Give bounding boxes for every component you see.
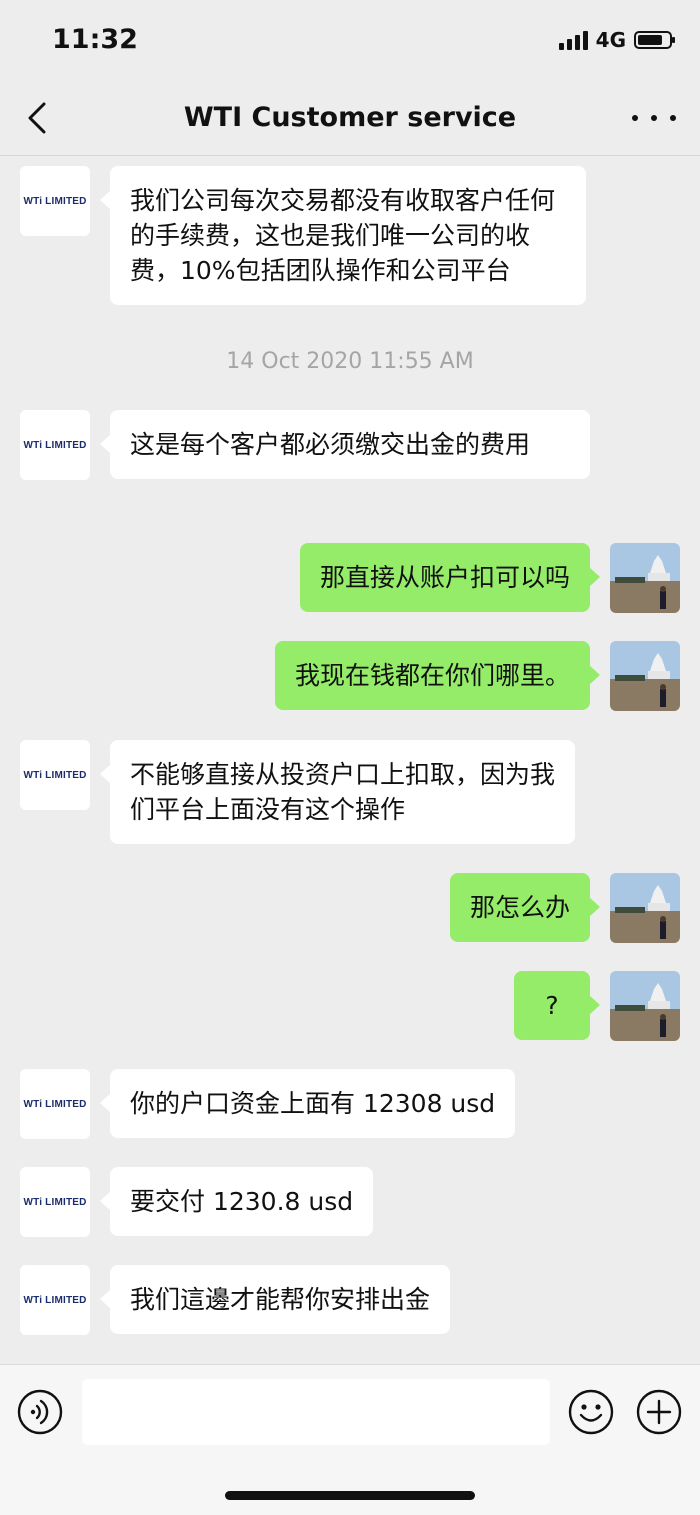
avatar-logo-text: WTi LIMITED (23, 1294, 87, 1306)
status-bar: 11:32 4G (0, 0, 700, 84)
avatar-logo-text: WTi LIMITED (23, 439, 87, 451)
user-photo-image (610, 971, 680, 1041)
message-bubble-received[interactable]: 要交付 1230.8 usd (99, 1167, 374, 1236)
network-type: 4G (595, 28, 626, 52)
more-functions-button[interactable] (636, 1389, 682, 1435)
message-bubble-received[interactable]: 不能够直接从投资户口上扣取，因为我们平台上面没有这个操作 (100, 740, 575, 844)
more-button[interactable] (632, 102, 676, 134)
avatar-logo-text: WTi LIMITED (23, 195, 87, 207)
user-avatar[interactable] (610, 971, 680, 1041)
avatar-logo-text: WTi LIMITED (23, 769, 87, 781)
message-timestamp: 14 Oct 2020 11:55 AM (226, 349, 474, 374)
battery-icon (634, 31, 675, 49)
message-bubble-sent[interactable]: ? (514, 971, 600, 1040)
message-bubble-sent[interactable]: 那怎么办 (449, 873, 601, 942)
contact-avatar[interactable]: WTi LIMITED (20, 1265, 90, 1335)
user-avatar[interactable] (610, 873, 680, 943)
contact-avatar[interactable]: WTi LIMITED (20, 166, 90, 236)
plus-icon (636, 1389, 682, 1435)
message-bubble-sent[interactable]: 那直接从账户扣可以吗 (299, 543, 601, 612)
user-photo-image (610, 873, 680, 943)
message-bubble-sent[interactable]: 我现在钱都在你们哪里。 (274, 641, 601, 710)
chat-title: WTI Customer service (183, 102, 517, 133)
contact-avatar[interactable]: WTi LIMITED (20, 1069, 90, 1139)
emoji-icon (568, 1389, 614, 1435)
status-indicators: 4G (558, 28, 675, 52)
status-time: 11:32 (52, 24, 138, 55)
voice-button[interactable] (17, 1389, 63, 1435)
signal-icon (558, 30, 588, 50)
contact-avatar[interactable]: WTi LIMITED (20, 410, 90, 480)
message-input[interactable] (82, 1379, 550, 1445)
emoji-button[interactable] (568, 1389, 614, 1435)
chat-header: WTI Customer service (0, 84, 700, 156)
user-avatar[interactable] (610, 641, 680, 711)
message-bubble-received[interactable]: 我们公司每次交易都没有收取客户任何的手续费，这也是我们唯一公司的收费，10%包括… (100, 166, 586, 305)
more-dots-icon (632, 115, 638, 121)
message-bubble-received[interactable]: 我们這邊才能帮你安排出金 (99, 1265, 451, 1334)
user-photo-image (610, 641, 680, 711)
user-photo-image (610, 543, 680, 613)
message-list[interactable]: WTi LIMITED 我们公司每次交易都没有收取客户任何的手续费，这也是我们唯… (0, 156, 700, 1364)
message-bubble-received[interactable]: 这是每个客户都必须缴交出金的费用 (100, 410, 590, 479)
contact-avatar[interactable]: WTi LIMITED (20, 740, 90, 810)
avatar-logo-text: WTi LIMITED (23, 1098, 87, 1110)
voice-icon (17, 1389, 63, 1435)
user-avatar[interactable] (610, 543, 680, 613)
contact-avatar[interactable]: WTi LIMITED (20, 1167, 90, 1237)
avatar-logo-text: WTi LIMITED (23, 1196, 87, 1208)
home-indicator[interactable] (225, 1491, 475, 1500)
message-bubble-received[interactable]: 你的户口资金上面有 12308 usd (99, 1069, 516, 1138)
